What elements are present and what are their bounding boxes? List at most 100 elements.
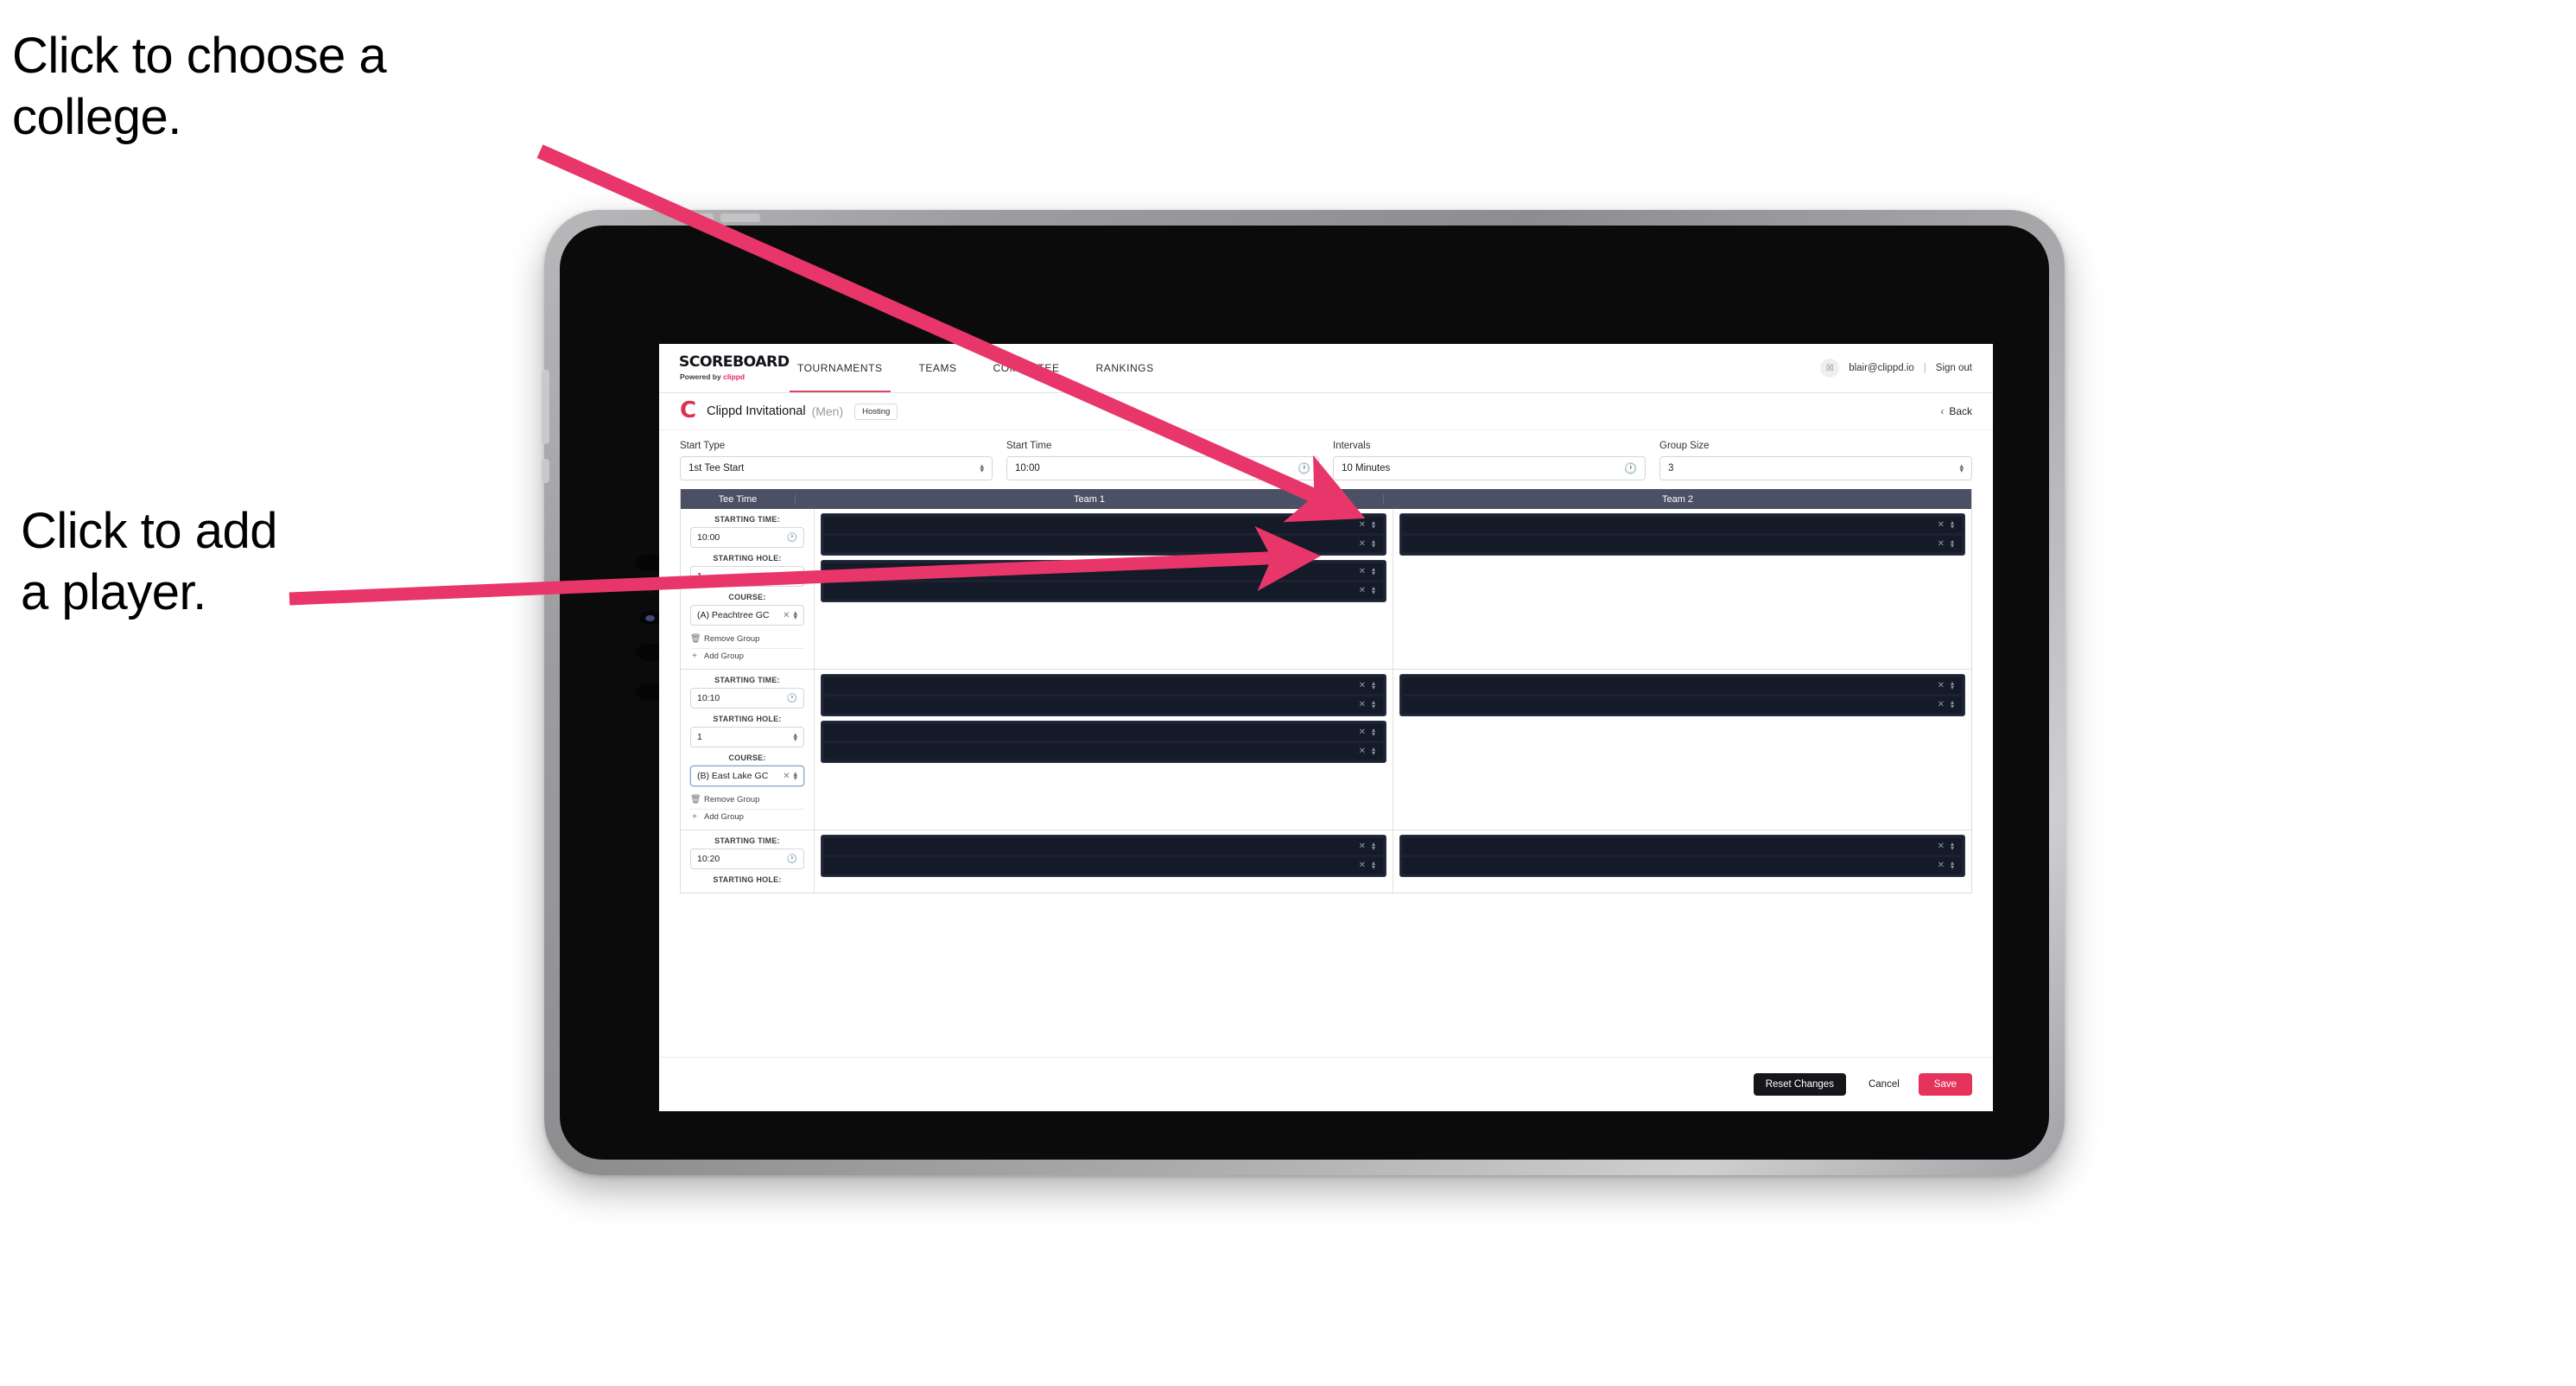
starting-time-input[interactable]: 10:00 🕐 xyxy=(690,527,804,548)
player-slot[interactable]: ✕ ▴ ▾ xyxy=(824,838,1383,855)
close-icon[interactable]: ✕ xyxy=(1938,842,1945,851)
add-group-label: Add Group xyxy=(704,652,744,661)
control-start-time: Start Time 10:00 🕐 xyxy=(1006,441,1319,480)
close-icon[interactable]: ✕ xyxy=(1359,842,1366,851)
separator: | xyxy=(1923,363,1926,373)
spinner-icon: ▴ ▾ xyxy=(1950,698,1954,710)
group-size-value: 3 xyxy=(1668,463,1674,474)
control-label: Group Size xyxy=(1659,441,1710,451)
team-1-cell: ✕ ▴ ▾ ✕ ▴ ▾ xyxy=(815,830,1393,893)
brand-subtitle: Powered by clippd xyxy=(680,372,779,381)
back-button[interactable]: ‹ Back xyxy=(1940,405,1972,417)
player-slot[interactable]: ✕ ▴ ▾ xyxy=(824,743,1383,760)
page-title: Clippd Invitational xyxy=(707,404,806,418)
clear-icon[interactable]: ✕ xyxy=(783,611,790,620)
close-icon[interactable]: ✕ xyxy=(1938,520,1945,530)
player-slot[interactable]: ✕ ▴ ▾ xyxy=(824,857,1383,874)
player-group-box: ✕ ▴ ▾ ✕ ▴ ▾ xyxy=(821,835,1386,877)
player-slot[interactable]: ✕ ▴ ▾ xyxy=(824,677,1383,694)
remove-group-label: Remove Group xyxy=(704,634,760,644)
remove-group-button[interactable]: 🗑 Remove Group xyxy=(690,792,804,810)
spinner-icon: ▴ ▾ xyxy=(1371,745,1375,757)
control-intervals: Intervals 10 Minutes 🕐 xyxy=(1333,441,1646,480)
starting-time-input[interactable]: 10:20 🕐 xyxy=(690,849,804,869)
column-header-tee-time: Tee Time xyxy=(681,493,796,505)
player-slot[interactable]: ✕ ▴ ▾ xyxy=(1403,857,1962,874)
player-slot[interactable]: ✕ ▴ ▾ xyxy=(824,517,1383,533)
close-icon[interactable]: ✕ xyxy=(1359,728,1366,737)
user-email: blair@clippd.io xyxy=(1849,363,1914,373)
starting-hole-stepper[interactable]: 1 ▴ ▾ xyxy=(690,727,804,747)
close-icon[interactable]: ✕ xyxy=(1359,567,1366,576)
save-button[interactable]: Save xyxy=(1918,1073,1972,1096)
nav-item-tournaments[interactable]: TOURNAMENTS xyxy=(779,344,901,392)
spinner-icon: ▴ ▾ xyxy=(1371,840,1375,852)
reset-changes-button[interactable]: Reset Changes xyxy=(1753,1073,1846,1096)
close-icon[interactable]: ✕ xyxy=(1359,586,1366,595)
clock-icon: 🕐 xyxy=(1298,462,1310,474)
course-label: COURSE: xyxy=(728,753,766,762)
table-header-row: Tee Time Team 1 Team 2 xyxy=(681,489,1971,509)
close-icon[interactable]: ✕ xyxy=(1359,700,1366,709)
brand-sub-prefix: Powered by xyxy=(680,372,721,381)
close-icon[interactable]: ✕ xyxy=(1938,539,1945,549)
close-icon[interactable]: ✕ xyxy=(1938,861,1945,870)
close-icon[interactable]: ✕ xyxy=(1938,681,1945,690)
start-type-select[interactable]: 1st Tee Start ▴ ▾ xyxy=(680,456,993,480)
player-slot[interactable]: ✕ ▴ ▾ xyxy=(1403,696,1962,713)
intervals-input[interactable]: 10 Minutes 🕐 xyxy=(1333,456,1646,480)
tee-times-table: Tee Time Team 1 Team 2 STARTING TIME: 10… xyxy=(680,489,1972,893)
nav-item-rankings[interactable]: RANKINGS xyxy=(1078,344,1172,392)
starting-time-input[interactable]: 10:10 🕐 xyxy=(690,688,804,709)
course-select[interactable]: (A) Peachtree GC ✕ ▴ ▾ xyxy=(690,605,804,626)
screen-artifact-2 xyxy=(647,587,654,594)
player-slot[interactable]: ✕ ▴ ▾ xyxy=(1403,517,1962,533)
player-slot[interactable]: ✕ ▴ ▾ xyxy=(824,696,1383,713)
spinner-icon: ▴ ▾ xyxy=(1959,461,1964,474)
starting-hole-label: STARTING HOLE: xyxy=(713,715,782,723)
player-group-box: ✕ ▴ ▾ ✕ ▴ ▾ xyxy=(1399,674,1965,716)
spinner-icon: ▴ ▾ xyxy=(793,769,797,782)
team-1-cell: ✕ ▴ ▾ ✕ ▴ ▾ ✕ ▴ ▾ ✕ ▴ ▾ xyxy=(815,509,1393,669)
close-icon[interactable]: ✕ xyxy=(1359,747,1366,756)
action-bar: Reset Changes Cancel Save xyxy=(659,1057,1993,1111)
player-slot[interactable]: ✕ ▴ ▾ xyxy=(824,536,1383,552)
sign-out-link[interactable]: Sign out xyxy=(1936,363,1972,373)
player-slot[interactable]: ✕ ▴ ▾ xyxy=(824,563,1383,580)
player-slot[interactable]: ✕ ▴ ▾ xyxy=(1403,838,1962,855)
close-icon[interactable]: ✕ xyxy=(1359,681,1366,690)
player-group-box: ✕ ▴ ▾ ✕ ▴ ▾ xyxy=(821,674,1386,716)
player-slot[interactable]: ✕ ▴ ▾ xyxy=(1403,536,1962,552)
add-group-button[interactable]: + Add Group xyxy=(690,810,804,824)
chevron-left-icon: ‹ xyxy=(1940,405,1945,417)
avatar[interactable]: ☒ xyxy=(1820,359,1840,378)
player-slot[interactable]: ✕ ▴ ▾ xyxy=(824,582,1383,599)
player-slot[interactable]: ✕ ▴ ▾ xyxy=(1403,677,1962,694)
start-time-input[interactable]: 10:00 🕐 xyxy=(1006,456,1319,480)
user-menu: ☒ blair@clippd.io | Sign out xyxy=(1820,344,1993,392)
starting-time-label: STARTING TIME: xyxy=(714,515,780,524)
starting-hole-stepper[interactable]: 1 ▴ ▾ xyxy=(690,566,804,587)
control-label: Start Time xyxy=(1006,441,1052,451)
brand-logo[interactable]: SCOREBOARD Powered by clippd xyxy=(659,344,790,392)
remove-group-button[interactable]: 🗑 Remove Group xyxy=(690,632,804,649)
team-2-cell: ✕ ▴ ▾ ✕ ▴ ▾ xyxy=(1393,509,1971,669)
close-icon[interactable]: ✕ xyxy=(1359,861,1366,870)
control-start-type: Start Type 1st Tee Start ▴ ▾ xyxy=(680,441,993,480)
cancel-button[interactable]: Cancel xyxy=(1855,1073,1913,1096)
course-select[interactable]: (B) East Lake GC ✕ ▴ ▾ xyxy=(690,766,804,786)
nav-item-teams[interactable]: TEAMS xyxy=(901,344,975,392)
starting-time-label: STARTING TIME: xyxy=(714,676,780,684)
add-group-button[interactable]: + Add Group xyxy=(690,649,804,664)
nav-item-committee[interactable]: COMMITTEE xyxy=(975,344,1078,392)
course-label: COURSE: xyxy=(728,593,766,601)
player-group-box: ✕ ▴ ▾ ✕ ▴ ▾ xyxy=(1399,513,1965,556)
settings-controls-row: Start Type 1st Tee Start ▴ ▾ Start Time 1… xyxy=(659,430,1993,489)
clear-icon[interactable]: ✕ xyxy=(783,772,790,781)
spinner-icon: ▴ ▾ xyxy=(1371,518,1375,531)
close-icon[interactable]: ✕ xyxy=(1359,520,1366,530)
group-size-stepper[interactable]: 3 ▴ ▾ xyxy=(1659,456,1972,480)
close-icon[interactable]: ✕ xyxy=(1359,539,1366,549)
player-slot[interactable]: ✕ ▴ ▾ xyxy=(824,724,1383,741)
close-icon[interactable]: ✕ xyxy=(1938,700,1945,709)
